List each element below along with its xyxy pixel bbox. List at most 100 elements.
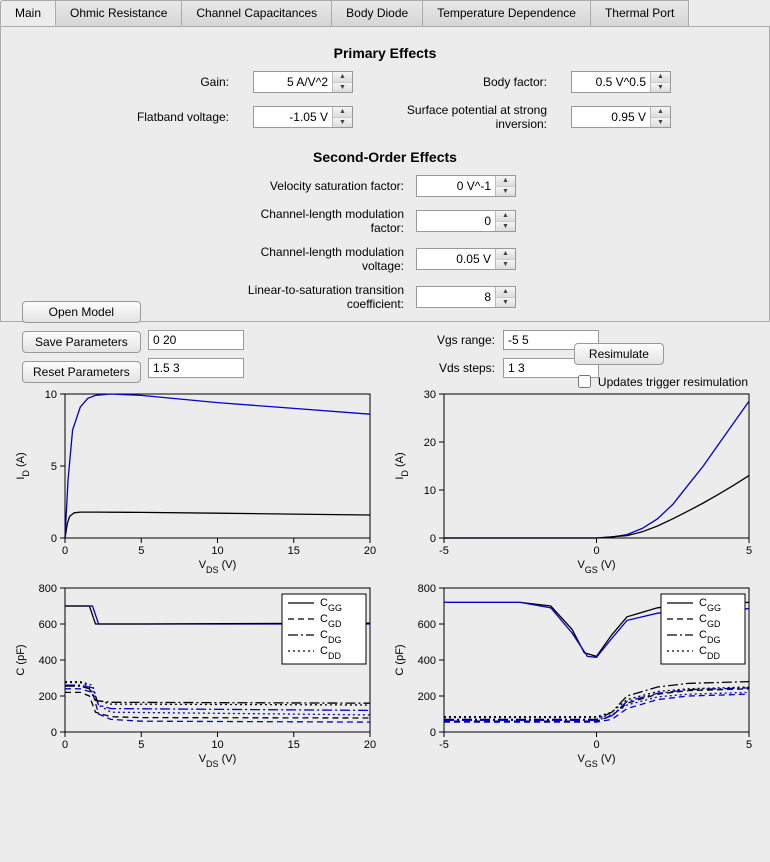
svg-text:-5: -5	[439, 545, 449, 557]
spin-down-icon[interactable]: ▼	[651, 118, 670, 128]
svg-text:20: 20	[424, 437, 436, 449]
svg-text:0: 0	[62, 739, 68, 751]
spin-down-icon[interactable]: ▼	[496, 222, 515, 232]
spin-up-icon[interactable]: ▲	[651, 72, 670, 83]
spin-up-icon[interactable]: ▲	[651, 107, 670, 118]
primary-title: Primary Effects	[21, 45, 749, 61]
clm-voltage-input[interactable]	[417, 249, 495, 269]
flatband-input[interactable]	[254, 107, 332, 127]
svg-text:5: 5	[746, 545, 752, 557]
vel-sat-spin[interactable]: ▲▼	[416, 175, 516, 197]
spin-down-icon[interactable]: ▼	[333, 118, 352, 128]
svg-text:200: 200	[39, 691, 57, 703]
lts-spin[interactable]: ▲▼	[416, 286, 516, 308]
svg-text:20: 20	[364, 739, 376, 751]
svg-text:5: 5	[51, 461, 57, 473]
chart-2: 051015200200400600800CGGCGDCDGCDDVDS (V)…	[10, 578, 381, 768]
svg-text:0: 0	[51, 727, 57, 739]
clm-voltage-label: Channel-length modulation voltage:	[244, 245, 404, 273]
svg-text:200: 200	[418, 691, 436, 703]
reset-params-button[interactable]: Reset Parameters	[22, 361, 141, 383]
gain-label: Gain:	[89, 75, 229, 89]
chart-1: -5050102030VGS (V)ID (A)	[389, 384, 760, 574]
surface-input[interactable]	[572, 107, 650, 127]
svg-text:ID (A): ID (A)	[394, 452, 410, 479]
spin-down-icon[interactable]: ▼	[651, 83, 670, 93]
tab-ohmic[interactable]: Ohmic Resistance	[55, 0, 182, 26]
tab-temperature[interactable]: Temperature Dependence	[422, 0, 591, 26]
svg-text:0: 0	[430, 533, 436, 545]
svg-text:600: 600	[418, 619, 436, 631]
spin-down-icon[interactable]: ▼	[333, 83, 352, 93]
vel-sat-input[interactable]	[417, 176, 495, 196]
spin-up-icon[interactable]: ▲	[496, 249, 515, 260]
chart-0: 051015200510VDS (V)ID (A)	[10, 384, 381, 574]
body-factor-spin[interactable]: ▲▼	[571, 71, 671, 93]
open-model-button[interactable]: Open Model	[22, 301, 141, 323]
lts-input[interactable]	[417, 287, 495, 307]
svg-text:5: 5	[138, 545, 144, 557]
spin-up-icon[interactable]: ▲	[333, 107, 352, 118]
svg-text:-5: -5	[439, 739, 449, 751]
svg-text:0: 0	[593, 739, 599, 751]
surface-spin[interactable]: ▲▼	[571, 106, 671, 128]
resimulate-button[interactable]: Resimulate	[574, 343, 664, 365]
spin-up-icon[interactable]: ▲	[333, 72, 352, 83]
vgs-range-label: Vgs range:	[415, 333, 495, 347]
tab-main[interactable]: Main	[0, 0, 56, 26]
tabs: Main Ohmic Resistance Channel Capacitanc…	[0, 0, 770, 27]
vel-sat-label: Velocity saturation factor:	[244, 179, 404, 193]
spin-down-icon[interactable]: ▼	[496, 187, 515, 197]
spin-up-icon[interactable]: ▲	[496, 211, 515, 222]
save-params-button[interactable]: Save Parameters	[22, 331, 141, 353]
svg-text:15: 15	[288, 545, 300, 557]
clm-voltage-spin[interactable]: ▲▼	[416, 248, 516, 270]
svg-text:20: 20	[364, 545, 376, 557]
main-panel: Primary Effects Gain: ▲▼ Body factor: ▲▼…	[0, 27, 770, 322]
svg-text:10: 10	[45, 389, 57, 401]
clm-factor-label: Channel-length modulation factor:	[244, 207, 404, 235]
clm-factor-input[interactable]	[417, 211, 495, 231]
gain-input[interactable]	[254, 72, 332, 92]
body-factor-label: Body factor:	[387, 75, 547, 89]
spin-up-icon[interactable]: ▲	[496, 176, 515, 187]
lts-label: Linear-to-saturation transition coeffici…	[244, 283, 404, 311]
svg-text:C (pF): C (pF)	[15, 644, 27, 675]
tab-capacitances[interactable]: Channel Capacitances	[181, 0, 332, 26]
vds-steps-label: Vds steps:	[415, 361, 495, 375]
flatband-spin[interactable]: ▲▼	[253, 106, 353, 128]
svg-text:5: 5	[138, 739, 144, 751]
second-order-title: Second-Order Effects	[21, 149, 749, 165]
svg-text:VGS (V): VGS (V)	[577, 559, 615, 574]
body-factor-input[interactable]	[572, 72, 650, 92]
svg-text:VDS (V): VDS (V)	[199, 559, 237, 574]
chart-3: -5050200400600800CGGCGDCDGCDDVGS (V)C (p…	[389, 578, 760, 768]
vds-range-input[interactable]	[148, 330, 244, 350]
svg-text:600: 600	[39, 619, 57, 631]
svg-text:10: 10	[211, 739, 223, 751]
svg-text:800: 800	[418, 583, 436, 595]
svg-text:0: 0	[430, 727, 436, 739]
svg-text:400: 400	[418, 655, 436, 667]
svg-text:10: 10	[424, 485, 436, 497]
tab-thermal-port[interactable]: Thermal Port	[590, 0, 689, 26]
tab-body-diode[interactable]: Body Diode	[331, 0, 423, 26]
svg-text:VDS (V): VDS (V)	[199, 753, 237, 768]
svg-text:C (pF): C (pF)	[394, 644, 406, 675]
svg-text:10: 10	[211, 545, 223, 557]
spin-down-icon[interactable]: ▼	[496, 298, 515, 308]
spin-down-icon[interactable]: ▼	[496, 260, 515, 270]
svg-text:400: 400	[39, 655, 57, 667]
vgs-steps-input[interactable]	[148, 358, 244, 378]
gain-spin[interactable]: ▲▼	[253, 71, 353, 93]
clm-factor-spin[interactable]: ▲▼	[416, 210, 516, 232]
surface-label: Surface potential at strong inversion:	[387, 103, 547, 131]
svg-text:ID (A): ID (A)	[15, 452, 31, 479]
spin-up-icon[interactable]: ▲	[496, 287, 515, 298]
svg-text:15: 15	[288, 739, 300, 751]
svg-text:5: 5	[746, 739, 752, 751]
svg-text:30: 30	[424, 389, 436, 401]
svg-text:0: 0	[51, 533, 57, 545]
svg-text:800: 800	[39, 583, 57, 595]
flatband-label: Flatband voltage:	[89, 110, 229, 124]
